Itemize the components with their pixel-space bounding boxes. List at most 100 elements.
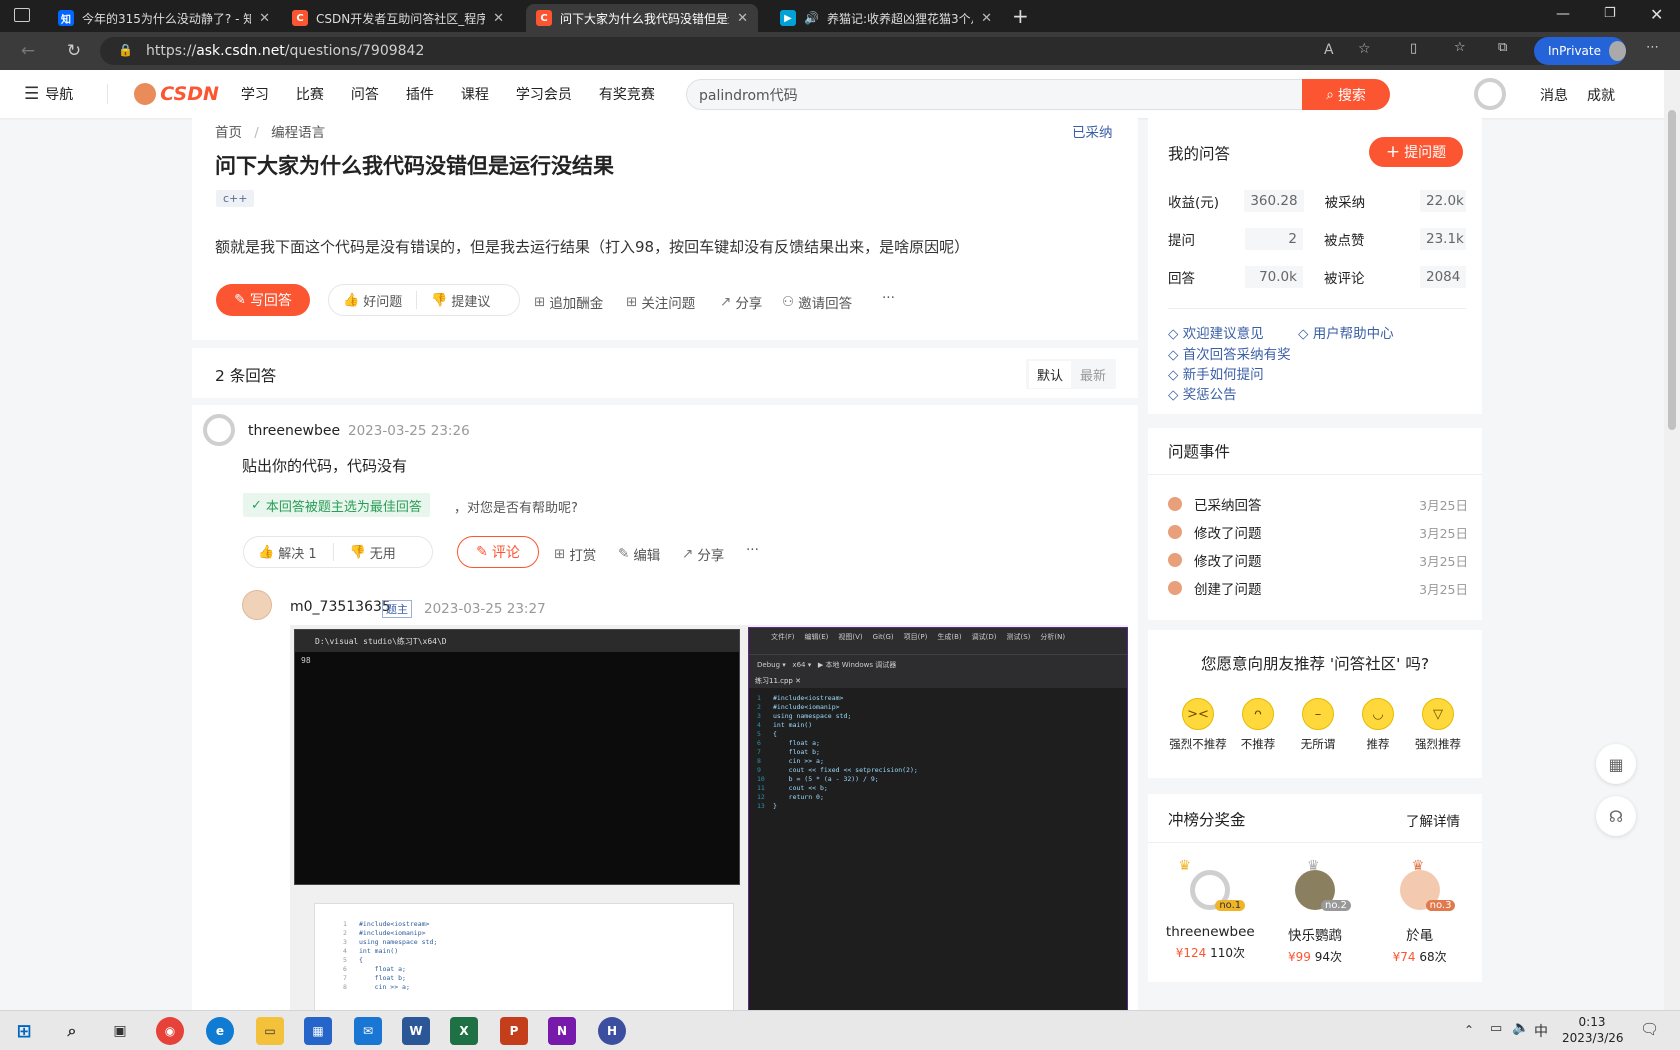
onenote-icon[interactable]: N — [548, 1017, 576, 1045]
inprivate-badge[interactable]: InPrivate — [1534, 37, 1626, 65]
browser-tab-2[interactable]: C CSDN开发者互助问答社区_程序 ✕ — [282, 4, 514, 32]
file-explorer-icon[interactable]: ▭ — [256, 1017, 284, 1045]
speaker-icon[interactable]: 🔊 — [804, 11, 819, 25]
edge-icon[interactable]: e — [206, 1017, 234, 1045]
browser-tab-active[interactable]: C 问下大家为什么我代码没错但是运 ✕ — [526, 4, 758, 32]
share-button[interactable]: ↗ 分享 — [720, 292, 762, 312]
new-tab-button[interactable]: + — [1012, 4, 1029, 28]
task-view-icon[interactable]: ▣ — [106, 1017, 134, 1045]
good-question-button[interactable]: 好问题 — [363, 291, 402, 310]
tab-actions-icon[interactable] — [14, 8, 30, 22]
network-icon[interactable]: ▭ — [1490, 1021, 1502, 1036]
browser-tab-4[interactable]: ▶ 🔊 养猫记:收养超凶狸花猫3个月 ✕ — [770, 4, 1002, 32]
add-reward-button[interactable]: ⊞ 追加酬金 — [534, 292, 603, 312]
comment-screenshot-image[interactable]: D:\visual studio\练习T\x64\D 98 1 #include<… — [290, 625, 1128, 1010]
mail-icon[interactable]: ✉ — [354, 1017, 382, 1045]
close-window-button[interactable]: ✕ — [1650, 5, 1663, 24]
collections-icon[interactable]: ⧉ — [1498, 40, 1507, 55]
excel-icon[interactable]: X — [450, 1017, 478, 1045]
link-help-center[interactable]: ◇ 用户帮助中心 — [1298, 322, 1394, 342]
csdn-logo-icon[interactable] — [134, 83, 157, 105]
ranking-more-link[interactable]: 了解详情 — [1406, 810, 1460, 830]
recommend-option[interactable]: >< 强烈不推荐 — [1168, 698, 1228, 752]
nav-course[interactable]: 课程 — [461, 84, 489, 104]
lock-icon[interactable]: 🔒 — [118, 43, 133, 57]
close-tab-icon[interactable]: ✕ — [737, 11, 748, 26]
user-avatar[interactable] — [1474, 78, 1506, 110]
split-screen-icon[interactable]: ▯ — [1410, 41, 1417, 56]
more-menu-icon[interactable]: ⋯ — [1646, 40, 1659, 55]
favorite-add-icon[interactable]: ☆ — [1358, 41, 1371, 57]
nav-achievement[interactable]: 成就 — [1587, 85, 1615, 105]
link-feedback[interactable]: ◇ 欢迎建议意见 — [1168, 322, 1264, 342]
close-tab-icon[interactable]: ✕ — [259, 11, 270, 26]
nav-study[interactable]: 学习 — [241, 84, 269, 104]
read-aloud-icon[interactable]: A — [1324, 42, 1334, 58]
link-announce[interactable]: ◇ 奖惩公告 — [1168, 383, 1237, 403]
nav-qa[interactable]: 问答 — [351, 84, 379, 104]
solve-button[interactable]: 解决 1 — [278, 543, 316, 562]
link-first-answer[interactable]: ◇ 首次回答采纳有奖 — [1168, 343, 1291, 363]
commenter-avatar[interactable] — [242, 590, 272, 620]
more-actions-button[interactable]: ··· — [746, 542, 759, 558]
qrcode-icon[interactable]: ▦ — [1596, 744, 1636, 784]
csdn-logo-text[interactable]: CSDN — [160, 83, 219, 105]
back-arrow-icon[interactable]: ← — [10, 41, 46, 61]
nav-messages[interactable]: 消息 — [1540, 85, 1568, 105]
menu-icon[interactable]: ☰ — [24, 84, 39, 104]
customer-service-icon[interactable]: ☊ — [1596, 796, 1636, 836]
recommend-option[interactable]: ◡ 推荐 — [1348, 698, 1408, 752]
windows-start-icon[interactable]: ⊞ — [10, 1017, 38, 1045]
store-icon[interactable]: ▦ — [304, 1017, 332, 1045]
search-button[interactable]: ⌕ 搜索 — [1302, 79, 1390, 110]
tip-button[interactable]: ⊞ 打赏 — [554, 544, 596, 564]
suggest-button[interactable]: 提建议 — [451, 291, 490, 310]
word-icon[interactable]: W — [402, 1017, 430, 1045]
rank-item[interactable]: ♛ no.3 於黾 ¥74 68次 — [1370, 858, 1470, 965]
edit-button[interactable]: ✎ 编辑 — [618, 544, 660, 564]
recommend-option[interactable]: ▽ 强烈推荐 — [1408, 698, 1468, 752]
browser-tab-1[interactable]: 知 今年的315为什么没动静了? - 知 ✕ — [48, 4, 280, 32]
close-tab-icon[interactable]: ✕ — [981, 11, 992, 26]
search-input[interactable]: palindrom代码 — [686, 79, 1304, 110]
avatar[interactable] — [203, 414, 235, 446]
nav-plugin[interactable]: 插件 — [406, 84, 434, 104]
nav-vip[interactable]: 学习会员 — [516, 84, 572, 104]
nav-award[interactable]: 有奖竞赛 — [599, 84, 655, 104]
link-newbie[interactable]: ◇ 新手如何提问 — [1168, 363, 1264, 383]
search-icon[interactable]: ⌕ — [58, 1017, 86, 1045]
sort-default[interactable]: 默认 — [1029, 360, 1072, 388]
recommend-option[interactable]: ᴖ 不推荐 — [1228, 698, 1288, 752]
nav-label[interactable]: 导航 — [45, 84, 73, 104]
invite-answer-button[interactable]: ⚇ 邀请回答 — [782, 292, 852, 312]
volume-icon[interactable]: 🔈 — [1512, 1020, 1529, 1036]
follow-question-button[interactable]: ⊞ 关注问题 — [626, 292, 695, 312]
app-icon[interactable]: H — [598, 1017, 626, 1045]
system-clock[interactable]: 0:13 2023/3/26 — [1562, 1014, 1624, 1046]
useless-button[interactable]: 无用 — [370, 543, 396, 562]
comment-author[interactable]: m0_73513635 — [290, 599, 391, 615]
minimize-button[interactable]: — — [1556, 6, 1570, 22]
scrollbar-thumb[interactable] — [1668, 110, 1676, 430]
nav-contest[interactable]: 比赛 — [296, 84, 324, 104]
favorites-icon[interactable]: ☆ — [1454, 40, 1466, 55]
rank-item[interactable]: ♛ no.2 快乐鹦鹉 ¥99 94次 — [1265, 858, 1365, 965]
write-answer-button[interactable]: ✎ 写回答 — [216, 284, 310, 316]
share-button[interactable]: ↗ 分享 — [682, 544, 724, 564]
refresh-icon[interactable]: ↻ — [56, 41, 92, 61]
breadcrumb-category[interactable]: 编程语言 — [271, 125, 325, 141]
sort-latest[interactable]: 最新 — [1074, 361, 1112, 388]
rank-item[interactable]: ♛ no.1 threenewbee ¥124 110次 — [1160, 858, 1260, 965]
comment-button[interactable]: ✎ 评论 — [457, 536, 539, 568]
powerpoint-icon[interactable]: P — [500, 1017, 528, 1045]
recommend-option[interactable]: – 无所谓 — [1288, 698, 1348, 752]
restore-button[interactable]: ❐ — [1604, 6, 1616, 21]
tag-cpp[interactable]: c++ — [216, 190, 255, 207]
ask-question-button[interactable]: + 提问题 — [1369, 137, 1463, 167]
breadcrumb-home[interactable]: 首页 — [215, 125, 242, 141]
page-scrollbar[interactable] — [1664, 70, 1680, 1010]
answer-author[interactable]: threenewbee — [248, 423, 340, 439]
more-actions-button[interactable]: ··· — [882, 290, 895, 306]
chrome-icon[interactable]: ◉ — [156, 1017, 184, 1045]
close-tab-icon[interactable]: ✕ — [493, 11, 504, 26]
